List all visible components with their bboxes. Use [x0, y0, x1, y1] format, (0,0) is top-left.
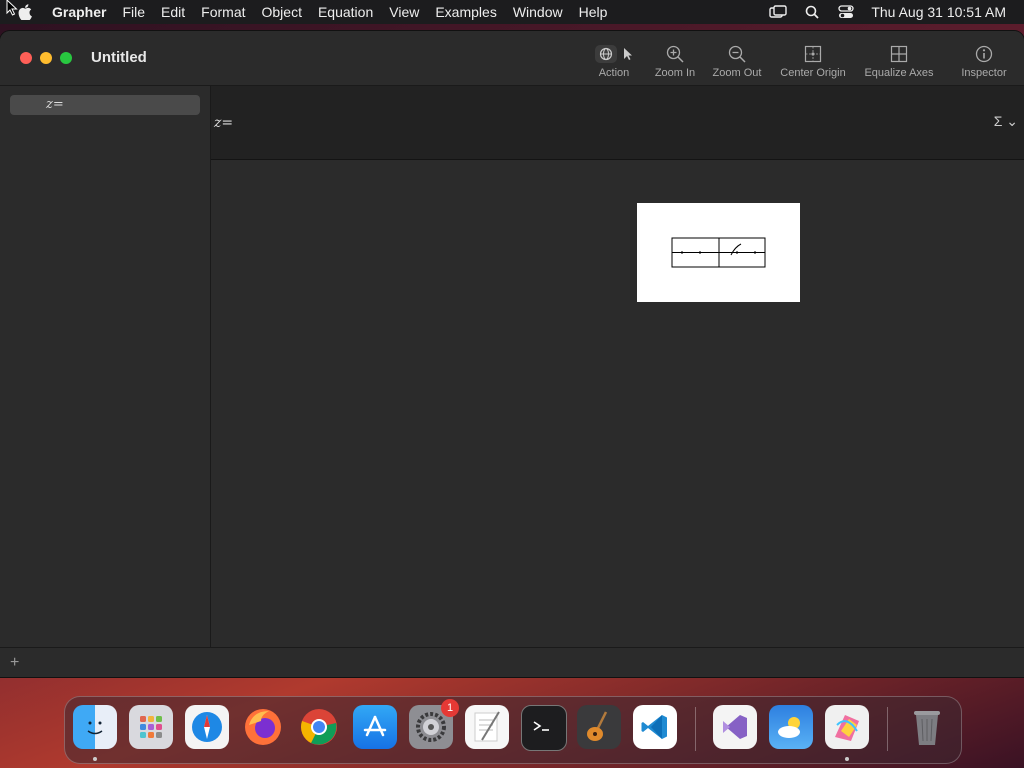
finder-icon[interactable]	[73, 705, 117, 749]
garageband-icon[interactable]	[577, 705, 621, 749]
menu-object[interactable]: Object	[254, 4, 310, 20]
system-settings-icon[interactable]: 1	[409, 699, 459, 749]
zoom-out-icon	[709, 43, 765, 65]
vscode-icon[interactable]	[633, 705, 677, 749]
graph-canvas[interactable]	[211, 160, 1024, 647]
window-title: Untitled	[91, 49, 147, 66]
terminal-icon[interactable]	[521, 705, 567, 751]
trash-icon[interactable]	[905, 705, 949, 749]
menu-app-name[interactable]: Grapher	[44, 4, 114, 20]
minimize-button[interactable]	[40, 52, 52, 64]
info-icon	[956, 43, 1012, 65]
menu-edit[interactable]: Edit	[153, 4, 193, 20]
pointer-arrow-icon	[623, 47, 633, 61]
action-button[interactable]: Action	[586, 43, 642, 79]
inspector-label: Inspector	[961, 67, 1007, 79]
dock-separator	[695, 707, 696, 751]
launchpad-icon[interactable]	[129, 705, 173, 749]
spotlight-search-icon[interactable]	[801, 4, 823, 20]
mouse-cursor-icon	[6, 0, 18, 21]
zoom-in-button[interactable]: Zoom In	[652, 43, 698, 79]
control-center-icon[interactable]	[835, 4, 857, 20]
globe-icon	[595, 45, 617, 63]
apple-menu-icon[interactable]	[18, 4, 38, 20]
equalize-axes-button[interactable]: Equalize Axes	[860, 43, 938, 79]
close-button[interactable]	[20, 52, 32, 64]
center-origin-label: Center Origin	[780, 67, 846, 79]
equation-input[interactable]: z=	[214, 115, 233, 131]
title-bar: Untitled Action Zoom In Zoom Out Center …	[0, 31, 1024, 86]
menu-help[interactable]: Help	[571, 4, 616, 20]
settings-notification-badge: 1	[441, 699, 459, 717]
firefox-icon[interactable]	[241, 705, 285, 749]
dock-separator	[887, 707, 888, 751]
center-origin-button[interactable]: Center Origin	[776, 43, 850, 79]
app-store-icon[interactable]	[353, 705, 397, 749]
safari-icon[interactable]	[185, 705, 229, 749]
grapher-window: Untitled Action Zoom In Zoom Out Center …	[0, 31, 1024, 677]
zoom-in-icon	[652, 43, 698, 65]
weather-icon[interactable]	[769, 705, 813, 749]
equation-preview-image	[637, 203, 800, 302]
menu-equation[interactable]: Equation	[310, 4, 381, 20]
grapher-app-icon[interactable]	[825, 705, 869, 749]
menu-view[interactable]: View	[381, 4, 427, 20]
visual-studio-icon[interactable]	[713, 705, 757, 749]
zoom-out-label: Zoom Out	[712, 67, 762, 79]
equation-list-sidebar: z=	[0, 86, 211, 647]
add-equation-button[interactable]: +	[10, 654, 19, 672]
sigma-menu-button[interactable]: Σ ⌄	[994, 113, 1018, 130]
screen-mirroring-icon[interactable]	[767, 4, 789, 20]
chrome-icon[interactable]	[297, 705, 341, 749]
textedit-icon[interactable]	[465, 705, 509, 749]
menu-window[interactable]: Window	[505, 4, 571, 20]
grapher-running-dot	[845, 757, 849, 761]
equalize-axes-label: Equalize Axes	[864, 67, 934, 79]
zoom-in-label: Zoom In	[654, 67, 696, 79]
menu-file[interactable]: File	[114, 4, 153, 20]
equation-list-item[interactable]: z=	[10, 95, 200, 115]
center-origin-icon	[776, 43, 850, 65]
inspector-button[interactable]: Inspector	[956, 43, 1012, 79]
preview-plot-svg	[671, 237, 766, 268]
equalize-axes-icon	[860, 43, 938, 65]
menu-bar: Grapher File Edit Format Object Equation…	[0, 0, 1024, 24]
equation-list-item-label: z=	[46, 97, 64, 112]
equation-editor[interactable]: z= Σ ⌄	[211, 86, 1024, 160]
dock: 1	[64, 696, 962, 764]
menu-clock[interactable]: Thu Aug 31 10:51 AM	[871, 4, 1006, 20]
zoom-out-button[interactable]: Zoom Out	[709, 43, 765, 79]
action-label: Action	[598, 67, 630, 79]
zoom-button[interactable]	[60, 52, 72, 64]
bottom-bar: +	[0, 647, 1024, 677]
finder-running-dot	[93, 757, 97, 761]
menu-format[interactable]: Format	[193, 4, 253, 20]
menu-examples[interactable]: Examples	[427, 4, 504, 20]
